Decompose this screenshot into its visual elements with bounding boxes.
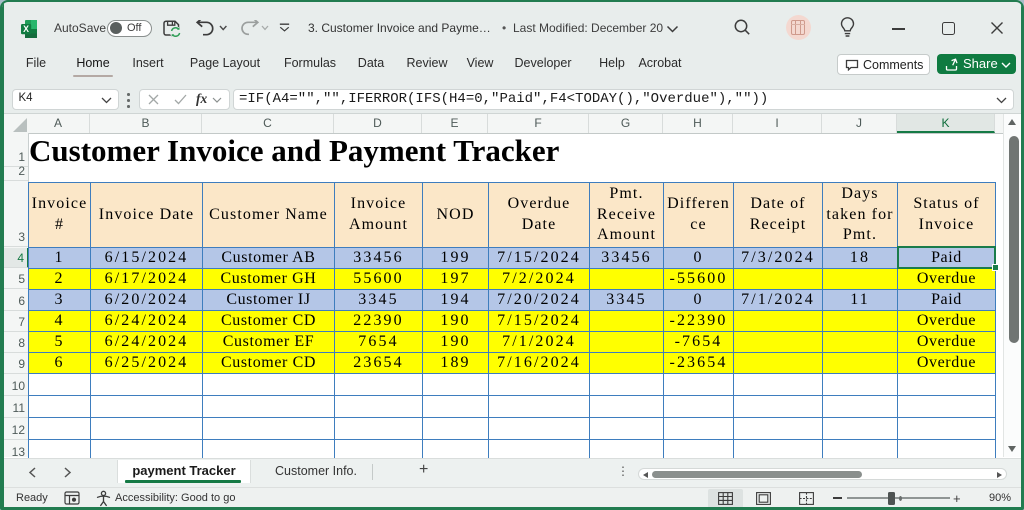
svg-text:X: X — [23, 24, 29, 34]
